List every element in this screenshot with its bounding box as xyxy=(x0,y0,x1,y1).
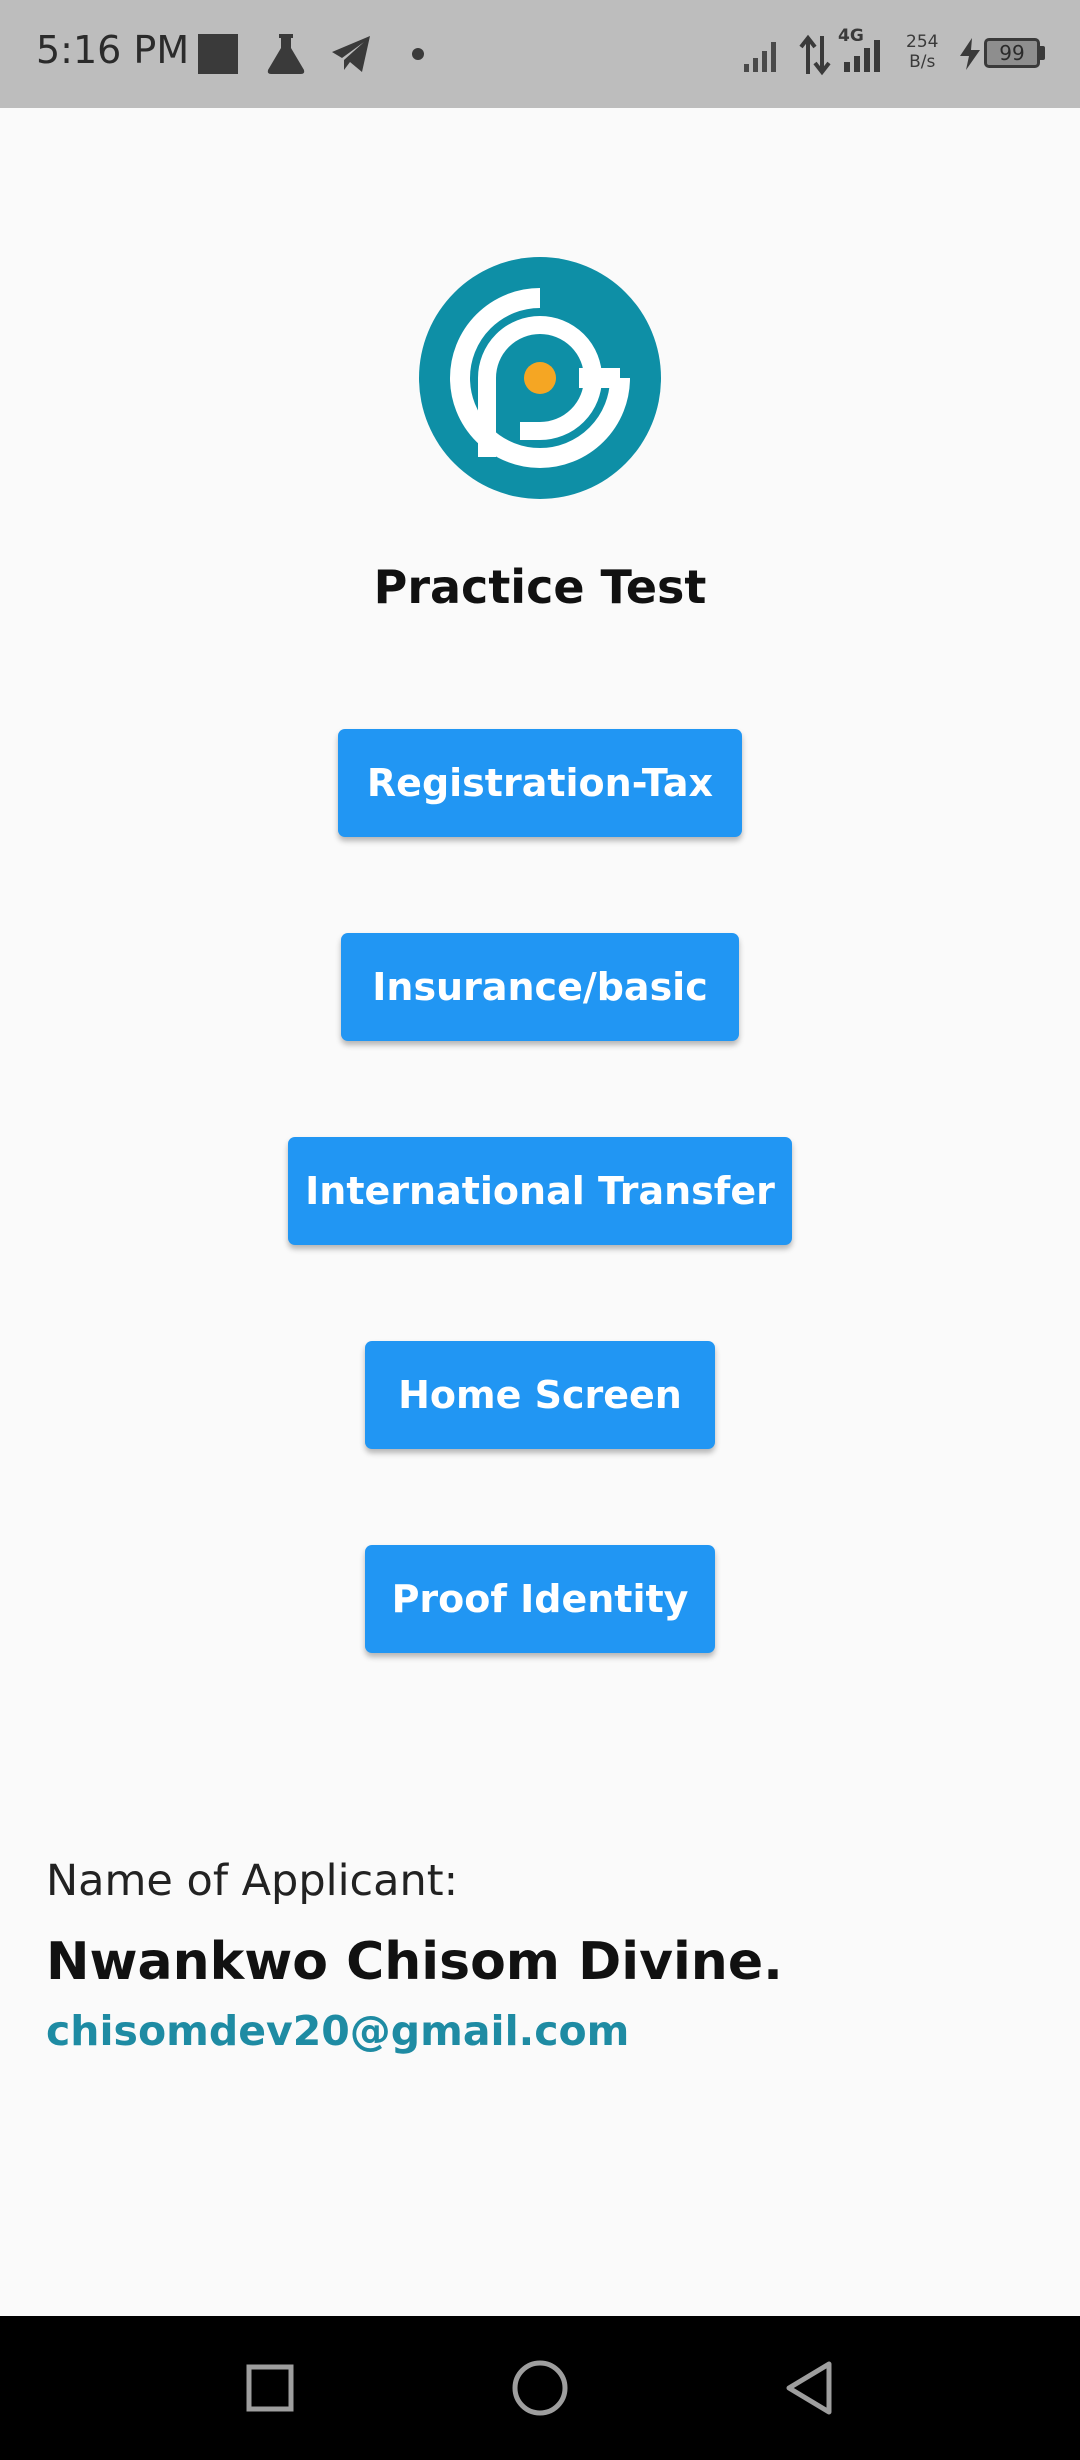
network-speed-unit: B/s xyxy=(909,52,936,72)
applicant-label: Name of Applicant: xyxy=(46,1856,459,1906)
applicant-name: Nwankwo Chisom Divine. xyxy=(46,1932,783,1992)
network-speed: 254 B/s xyxy=(906,32,938,72)
navigation-bar xyxy=(0,2316,1080,2460)
page-title: Practice Test xyxy=(373,560,707,614)
pg-logo-icon xyxy=(419,257,661,499)
flask-icon xyxy=(267,34,305,74)
status-bar: 5:16 PM 4G 254 B/s 99 xyxy=(0,0,1080,108)
stop-icon xyxy=(198,34,238,74)
signal-icon xyxy=(744,42,776,72)
dot-icon xyxy=(412,48,424,60)
battery-tip xyxy=(1040,46,1045,60)
home-circle-icon xyxy=(512,2360,568,2416)
registration-tax-button[interactable]: Registration-Tax xyxy=(338,729,742,837)
recents-button[interactable] xyxy=(210,2316,330,2460)
home-button[interactable] xyxy=(480,2316,600,2460)
battery-icon: 99 xyxy=(984,38,1040,68)
proof-identity-button[interactable]: Proof Identity xyxy=(365,1545,715,1653)
data-arrows-icon xyxy=(799,34,831,76)
signal-4g-icon xyxy=(844,40,880,72)
back-triangle-icon xyxy=(786,2361,832,2415)
telegram-icon xyxy=(332,36,370,72)
home-screen-button[interactable]: Home Screen xyxy=(365,1341,715,1449)
status-time: 5:16 PM xyxy=(36,28,190,72)
back-button[interactable] xyxy=(750,2316,870,2460)
network-speed-value: 254 xyxy=(906,32,939,52)
international-transfer-button[interactable]: International Transfer xyxy=(288,1137,792,1245)
recents-square-icon xyxy=(246,2364,294,2412)
charging-icon xyxy=(960,38,980,70)
applicant-email: chisomdev20@gmail.com xyxy=(46,2007,630,2055)
insurance-basic-button[interactable]: Insurance/basic xyxy=(341,933,739,1041)
